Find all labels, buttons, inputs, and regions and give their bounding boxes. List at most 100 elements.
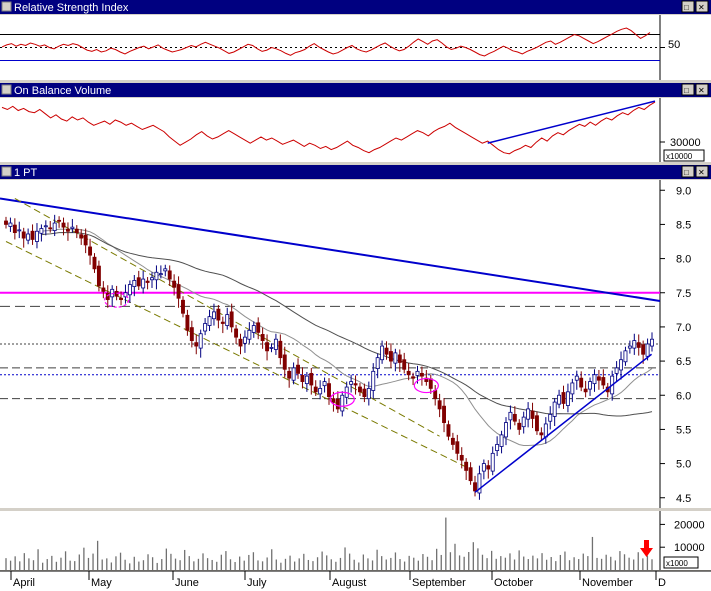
candle-body (35, 230, 39, 242)
rsi-close-button[interactable]: ✕ (695, 0, 709, 13)
candle-body (619, 359, 623, 371)
svg-text:✕: ✕ (698, 3, 705, 12)
candle-body (641, 344, 646, 355)
candle-body (318, 388, 323, 395)
candle-body (636, 342, 641, 348)
price-tick-label: 7.0 (676, 322, 691, 334)
obv-panel-icon (1, 84, 12, 95)
candle-body (406, 370, 411, 376)
month-label: June (175, 577, 199, 589)
candle-body (132, 280, 137, 288)
candle-body (530, 410, 535, 419)
candle-body (548, 413, 553, 422)
obv-close-button[interactable]: ✕ (695, 83, 709, 96)
rsi-maximize-button[interactable]: □ (681, 0, 695, 13)
candle-body (300, 375, 305, 382)
candle-body (645, 343, 650, 357)
candle-body (251, 325, 256, 333)
candle-body (291, 367, 296, 381)
candle-body (48, 227, 53, 230)
volume-tick-label: 20000 (674, 519, 705, 531)
candle-body (88, 246, 93, 256)
candle-body (543, 423, 548, 438)
rsi-panel-icon (1, 1, 12, 12)
candle-body (296, 364, 300, 374)
chart-window: Relative Strength Index □ ✕ 50 On Balanc… (0, 0, 711, 591)
price-tick-label: 8.5 (676, 219, 691, 231)
candle-body (65, 228, 70, 232)
candle-body (397, 354, 402, 363)
candle-body (450, 437, 455, 445)
candle-body (158, 273, 163, 276)
candle-body (181, 299, 185, 314)
candle-body (145, 280, 150, 283)
candle-body (402, 359, 407, 370)
price-maximize-button[interactable]: □ (681, 165, 695, 178)
candle-body (198, 333, 203, 349)
candle-body (380, 345, 385, 361)
candle-body (17, 229, 22, 232)
candle-body (154, 271, 159, 281)
candle-body (163, 268, 168, 272)
candle-body (287, 370, 292, 379)
volume-panel: 10000 20000 x1000 (0, 511, 711, 570)
candle-body (238, 338, 243, 347)
candle-body (358, 386, 362, 393)
price-panel-title: 1 PT (14, 167, 38, 179)
candle-body (216, 308, 221, 321)
svg-text:□: □ (684, 3, 689, 12)
candle-body (92, 256, 97, 270)
candle-body (4, 220, 8, 225)
volume-unit-label: x1000 (666, 559, 688, 568)
candle-body (185, 314, 190, 331)
price-panel-titlebar (0, 165, 711, 179)
candle-body (495, 444, 500, 452)
month-label: April (13, 577, 35, 589)
candle-body (588, 381, 593, 390)
candle-body (415, 370, 420, 376)
candle-body (61, 222, 66, 228)
candle-body (313, 386, 318, 393)
price-tick-label: 7.5 (676, 288, 691, 300)
candle-body (388, 351, 393, 362)
candle-body (473, 482, 477, 492)
candle-body (366, 388, 371, 400)
month-label: D (658, 577, 666, 589)
candle-body (30, 230, 35, 240)
candle-body (127, 284, 132, 296)
candle-body (203, 323, 208, 332)
price-tick-label: 6.0 (676, 390, 691, 402)
candle-body (411, 376, 416, 379)
candle-body (331, 398, 336, 403)
price-close-button[interactable]: ✕ (695, 165, 709, 178)
month-label: May (91, 577, 112, 589)
candle-body (189, 327, 194, 341)
obv-plot-area (0, 98, 660, 162)
candle-body (8, 222, 13, 227)
candle-body (557, 394, 562, 405)
candle-body (83, 234, 88, 246)
candle-body (349, 381, 354, 385)
candle-body (52, 222, 57, 231)
candle-body (141, 278, 146, 289)
candle-body (26, 233, 31, 241)
candle-body (335, 398, 340, 410)
obv-maximize-button[interactable]: □ (681, 83, 695, 96)
candle-body (446, 424, 451, 437)
candle-body (384, 347, 389, 355)
candle-body (327, 383, 331, 398)
candle-body (459, 454, 464, 461)
candle-body (596, 376, 601, 381)
rsi-panel: Relative Strength Index □ ✕ 50 (0, 0, 711, 80)
candle-body (176, 284, 181, 299)
candle-body (517, 422, 522, 430)
candle-body (269, 347, 274, 349)
candle-body (437, 400, 442, 410)
candle-body (278, 340, 283, 359)
candle-body (21, 231, 26, 239)
candle-body (455, 441, 460, 454)
candle-body (96, 265, 101, 287)
price-tick-label: 5.0 (676, 459, 691, 471)
candle-body (526, 408, 531, 420)
candle-body (362, 388, 367, 398)
